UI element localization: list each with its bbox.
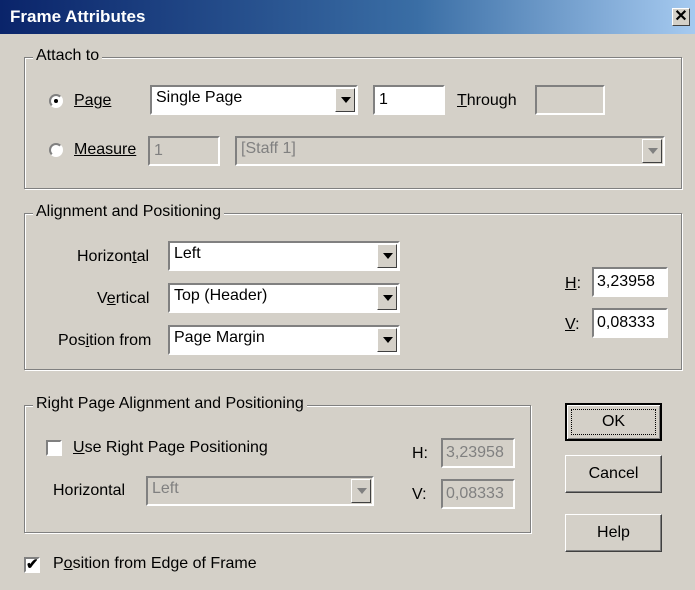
horizontal-select[interactable]: Left: [168, 241, 400, 271]
chevron-down-icon[interactable]: [377, 286, 397, 310]
help-button-label: Help: [597, 524, 630, 541]
page-type-value: Single Page: [156, 89, 243, 106]
close-icon: ✕: [674, 8, 688, 25]
horizontal-value: Left: [174, 245, 201, 262]
right-horizontal-value: Left: [152, 480, 179, 497]
title-bar: Frame Attributes ✕: [0, 0, 695, 34]
vertical-value: Top (Header): [174, 287, 268, 304]
chevron-down-icon[interactable]: [335, 88, 355, 112]
chevron-down-icon: [642, 139, 662, 163]
close-button[interactable]: ✕: [672, 8, 690, 26]
h-label: H:: [565, 275, 582, 292]
help-button[interactable]: Help: [565, 514, 662, 552]
v-label: V:: [565, 316, 580, 333]
right-page-group: Right Page Alignment and Positioning: [24, 395, 531, 533]
ok-button-label: OK: [601, 413, 626, 430]
position-from-value: Page Margin: [174, 329, 265, 346]
use-right-page-checkbox[interactable]: [46, 440, 62, 456]
right-h-label: H:: [412, 445, 428, 462]
position-from-label: Position from: [58, 332, 152, 349]
chevron-down-icon: [351, 479, 371, 503]
through-label: Through: [457, 92, 517, 109]
window-title: Frame Attributes: [10, 7, 146, 26]
ok-button[interactable]: OK: [565, 403, 662, 441]
edge-checkbox[interactable]: ✔: [24, 557, 40, 573]
right-page-legend: Right Page Alignment and Positioning: [33, 395, 307, 413]
attach-to-group: Attach to: [24, 47, 682, 189]
measure-radio-label[interactable]: Measure: [74, 141, 136, 159]
page-from-input[interactable]: 1: [373, 85, 445, 115]
alignment-legend: Alignment and Positioning: [33, 203, 225, 221]
staff-select: [Staff 1]: [235, 136, 665, 166]
v-input[interactable]: 0,08333: [592, 308, 668, 338]
measure-radio[interactable]: [49, 143, 63, 157]
right-horizontal-label: Horizontal: [53, 482, 126, 499]
right-v-input: 0,08333: [441, 479, 515, 509]
staff-value: [Staff 1]: [241, 140, 296, 157]
chevron-down-icon[interactable]: [377, 244, 397, 268]
right-horizontal-select: Left: [146, 476, 374, 506]
page-radio[interactable]: [49, 94, 63, 108]
vertical-select[interactable]: Top (Header): [168, 283, 400, 313]
page-through-input: [535, 85, 605, 115]
right-h-input: 3,23958: [441, 438, 515, 468]
right-v-label: V:: [412, 486, 427, 503]
page-radio-label[interactable]: Page: [74, 92, 111, 110]
cancel-button[interactable]: Cancel: [565, 455, 662, 493]
cancel-button-label: Cancel: [588, 465, 639, 482]
checkmark-icon: ✔: [26, 556, 39, 573]
h-input[interactable]: 3,23958: [592, 267, 668, 297]
attach-to-legend: Attach to: [33, 47, 103, 65]
position-from-select[interactable]: Page Margin: [168, 325, 400, 355]
edge-label[interactable]: Position from Edge of Frame: [53, 555, 257, 573]
chevron-down-icon[interactable]: [377, 328, 397, 352]
radio-dot-icon: [54, 99, 58, 103]
measure-input: 1: [148, 136, 220, 166]
use-right-page-label[interactable]: Use Right Page Positioning: [73, 439, 268, 457]
vertical-label: Vertical: [97, 290, 150, 307]
horizontal-label: Horizontal: [77, 248, 150, 265]
page-type-select[interactable]: Single Page: [150, 85, 358, 115]
